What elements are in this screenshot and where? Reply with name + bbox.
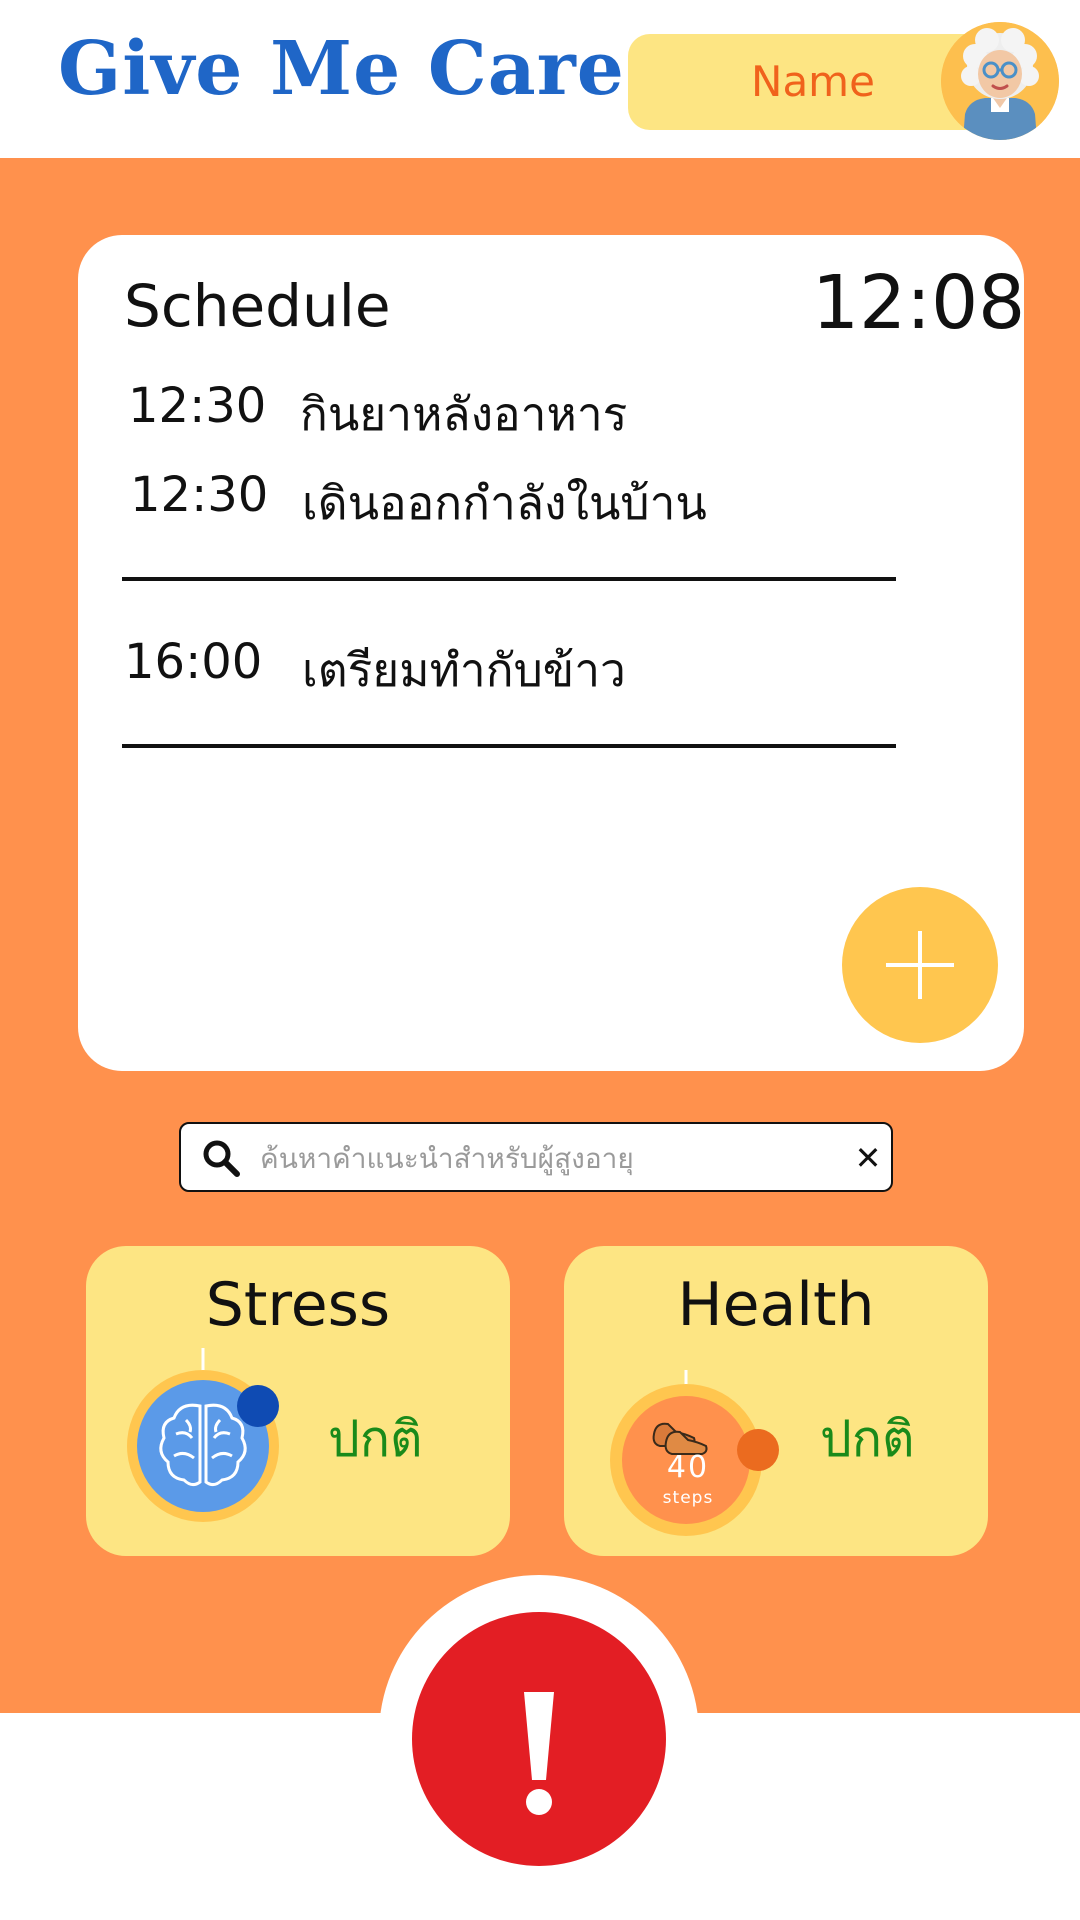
stress-title: Stress [205,1270,391,1340]
search-input[interactable] [258,1133,842,1183]
steps-unit: steps [662,1488,714,1508]
close-icon[interactable]: ✕ [850,1138,886,1178]
schedule-item-time: 12:30 [128,378,267,434]
schedule-item-task[interactable]: กินยาหลังอาหาร [300,378,627,451]
app-title: Give Me Care [58,26,625,112]
schedule-item-task[interactable]: เดินออกกำลังในบ้าน [302,467,707,540]
search-icon[interactable] [201,1138,241,1178]
emergency-alert-button[interactable] [412,1612,666,1866]
health-title: Health [677,1270,875,1340]
exclamation-icon [524,1692,554,1815]
stress-status: ปกติ [328,1410,423,1468]
elderly-woman-avatar-icon[interactable] [941,22,1059,140]
schedule-item-time: 12:30 [130,467,269,523]
plus-icon [886,931,954,999]
schedule-divider [122,577,896,581]
schedule-item-time: 16:00 [124,634,263,690]
schedule-divider [122,744,896,748]
add-schedule-button[interactable] [842,887,998,1043]
schedule-title: Schedule [124,272,391,340]
health-status: ปกติ [820,1410,915,1468]
steps-count: 40 [666,1450,710,1485]
current-time: 12:08 [812,260,1026,346]
schedule-item-task[interactable]: เตรียมทำกับข้าว [302,634,626,707]
brain-icon [127,1348,279,1522]
